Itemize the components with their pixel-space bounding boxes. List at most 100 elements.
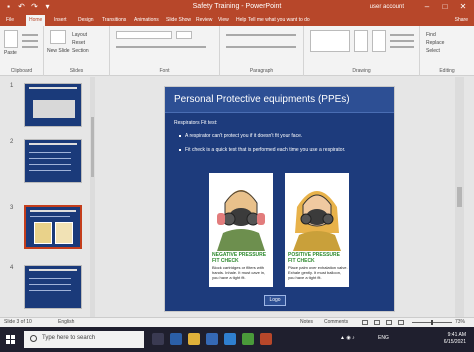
- language-tray[interactable]: ENG: [378, 335, 389, 341]
- search-placeholder: Type here to search: [42, 335, 96, 341]
- shape-outline-button[interactable]: [390, 40, 414, 42]
- copy-button[interactable]: [22, 40, 38, 42]
- positive-pressure-panel[interactable]: POSITIVE PRESSURE FIT CHECK Place palm o…: [283, 171, 351, 289]
- tab-transitions[interactable]: Transitions: [102, 16, 126, 24]
- language-indicator[interactable]: English: [58, 319, 74, 325]
- slide-thumbnail-3-selected[interactable]: [24, 205, 82, 249]
- slide-title[interactable]: Personal Protective equipments (PPEs): [174, 94, 350, 106]
- notes-button[interactable]: Notes: [300, 319, 313, 325]
- slideshow-icon[interactable]: [398, 320, 404, 325]
- tab-animations[interactable]: Animations: [134, 16, 159, 24]
- paste-label[interactable]: Paste: [4, 50, 17, 56]
- arrange-icon[interactable]: [354, 30, 368, 52]
- negative-pressure-panel[interactable]: NEGATIVE PRESSURE FIT CHECK Block cartri…: [207, 171, 275, 289]
- scrollbar-thumb[interactable]: [457, 187, 462, 207]
- user-name[interactable]: user account: [370, 2, 404, 12]
- thumbnail-text-line: [29, 152, 71, 153]
- thumbnail-scrollbar[interactable]: [90, 77, 95, 317]
- tab-file[interactable]: File: [6, 16, 14, 24]
- search-icon: [30, 335, 37, 342]
- paragraph-group-label: Paragraph: [249, 68, 274, 74]
- bullet-text: Fit check is a quick test that is perfor…: [185, 147, 346, 153]
- bullet-dot: [179, 134, 181, 137]
- respirator-woman-illustration: [285, 173, 349, 251]
- store-icon[interactable]: [206, 333, 218, 345]
- tab-insert[interactable]: Insert: [54, 16, 67, 24]
- cut-button[interactable]: [22, 34, 38, 36]
- current-slide[interactable]: Personal Protective equipments (PPEs) Re…: [164, 86, 395, 312]
- comments-button[interactable]: Comments: [324, 319, 348, 325]
- shape-fill-button[interactable]: [390, 34, 414, 36]
- bullet-item[interactable]: Fit check is a quick test that is perfor…: [179, 147, 345, 153]
- bullet-item[interactable]: A respirator can't protect you if it doe…: [179, 133, 302, 139]
- alignment-buttons[interactable]: [226, 46, 296, 48]
- thumbnail-text-line: [29, 290, 71, 291]
- edge-browser-icon[interactable]: [170, 333, 182, 345]
- reset-button[interactable]: Reset: [72, 40, 85, 46]
- tab-view[interactable]: View: [218, 16, 229, 24]
- thumbnail-figure-right: [55, 222, 73, 244]
- new-slide-label[interactable]: New Slide: [47, 48, 70, 54]
- shape-effects-button[interactable]: [390, 46, 414, 48]
- windows-start-icon[interactable]: [6, 335, 15, 344]
- group-editing: Find Replace Select Editing: [420, 26, 474, 76]
- replace-button[interactable]: Replace: [426, 40, 444, 46]
- ribbon: Paste Clipboard New Slide Layout Reset S…: [0, 26, 474, 76]
- slide-thumbnail-1[interactable]: [24, 83, 82, 127]
- editor-scrollbar[interactable]: [455, 77, 464, 317]
- new-slide-icon[interactable]: [50, 30, 66, 44]
- layout-button[interactable]: Layout: [72, 32, 87, 38]
- system-tray-icons[interactable]: ▲ ◉ ♪: [340, 335, 355, 341]
- chrome-icon[interactable]: [242, 333, 254, 345]
- normal-view-icon[interactable]: [362, 320, 368, 325]
- scrollbar-thumb[interactable]: [91, 117, 94, 177]
- tell-me-search[interactable]: Tell me what you want to do: [248, 16, 310, 24]
- clock-time: 9:41 AM: [447, 332, 466, 338]
- thumbnail-number: 2: [10, 139, 14, 145]
- font-name-dropdown[interactable]: [116, 31, 172, 39]
- quick-styles-icon[interactable]: [372, 30, 386, 52]
- slide-thumbnail-pane: 1 2 3 4: [0, 77, 98, 317]
- slide-thumbnail-4[interactable]: [24, 265, 82, 309]
- shapes-gallery[interactable]: [310, 30, 350, 52]
- slide-thumbnail-2[interactable]: [24, 139, 82, 183]
- tab-home[interactable]: Home: [26, 15, 46, 26]
- tab-help[interactable]: Help: [236, 16, 246, 24]
- thumbnail-title-line: [29, 269, 77, 271]
- title-bar: ▪ ↶ ↷ ▾ Safety Training - PowerPoint use…: [0, 0, 474, 14]
- tab-review[interactable]: Review: [196, 16, 212, 24]
- slide-sorter-icon[interactable]: [374, 320, 380, 325]
- slide-subtitle[interactable]: Respirators Fit test:: [174, 120, 217, 126]
- panel-heading: POSITIVE PRESSURE FIT CHECK: [288, 252, 340, 264]
- panel-body: Place palm over exhalation valve. Exhale…: [288, 265, 348, 280]
- close-button[interactable]: ✕: [454, 0, 472, 14]
- maximize-button[interactable]: □: [436, 0, 454, 14]
- minimize-button[interactable]: –: [418, 0, 436, 14]
- thumbnail-number: 3: [10, 205, 14, 211]
- tab-slide-show[interactable]: Slide Show: [166, 16, 191, 24]
- thumbnail-title-line: [30, 210, 76, 212]
- list-buttons[interactable]: [226, 34, 296, 36]
- find-button[interactable]: Find: [426, 32, 436, 38]
- taskbar-clock[interactable]: 9:41 AM 6/15/2021: [444, 332, 466, 346]
- powerpoint-window: ▪ ↶ ↷ ▾ Safety Training - PowerPoint use…: [0, 0, 474, 352]
- zoom-slider-knob[interactable]: [431, 320, 433, 325]
- paste-icon[interactable]: [4, 30, 18, 48]
- powerpoint-icon[interactable]: [260, 333, 272, 345]
- tab-design[interactable]: Design: [78, 16, 94, 24]
- mail-icon[interactable]: [224, 333, 236, 345]
- slide-count: Slide 3 of 10: [4, 319, 32, 325]
- share-button[interactable]: Share: [455, 16, 468, 24]
- file-explorer-icon[interactable]: [188, 333, 200, 345]
- format-painter-button[interactable]: [22, 46, 38, 48]
- font-size-dropdown[interactable]: [176, 31, 192, 39]
- font-format-buttons[interactable]: [116, 46, 206, 48]
- reading-view-icon[interactable]: [386, 320, 392, 325]
- taskbar-search-box[interactable]: Type here to search: [24, 331, 144, 348]
- select-button[interactable]: Select: [426, 48, 440, 54]
- task-view-icon[interactable]: [152, 333, 164, 345]
- zoom-level[interactable]: 73%: [455, 319, 465, 325]
- panel-body: Block cartridges or filters with hands. …: [212, 265, 266, 280]
- section-button[interactable]: Section: [72, 48, 89, 54]
- thumbnail-title-line: [29, 87, 77, 89]
